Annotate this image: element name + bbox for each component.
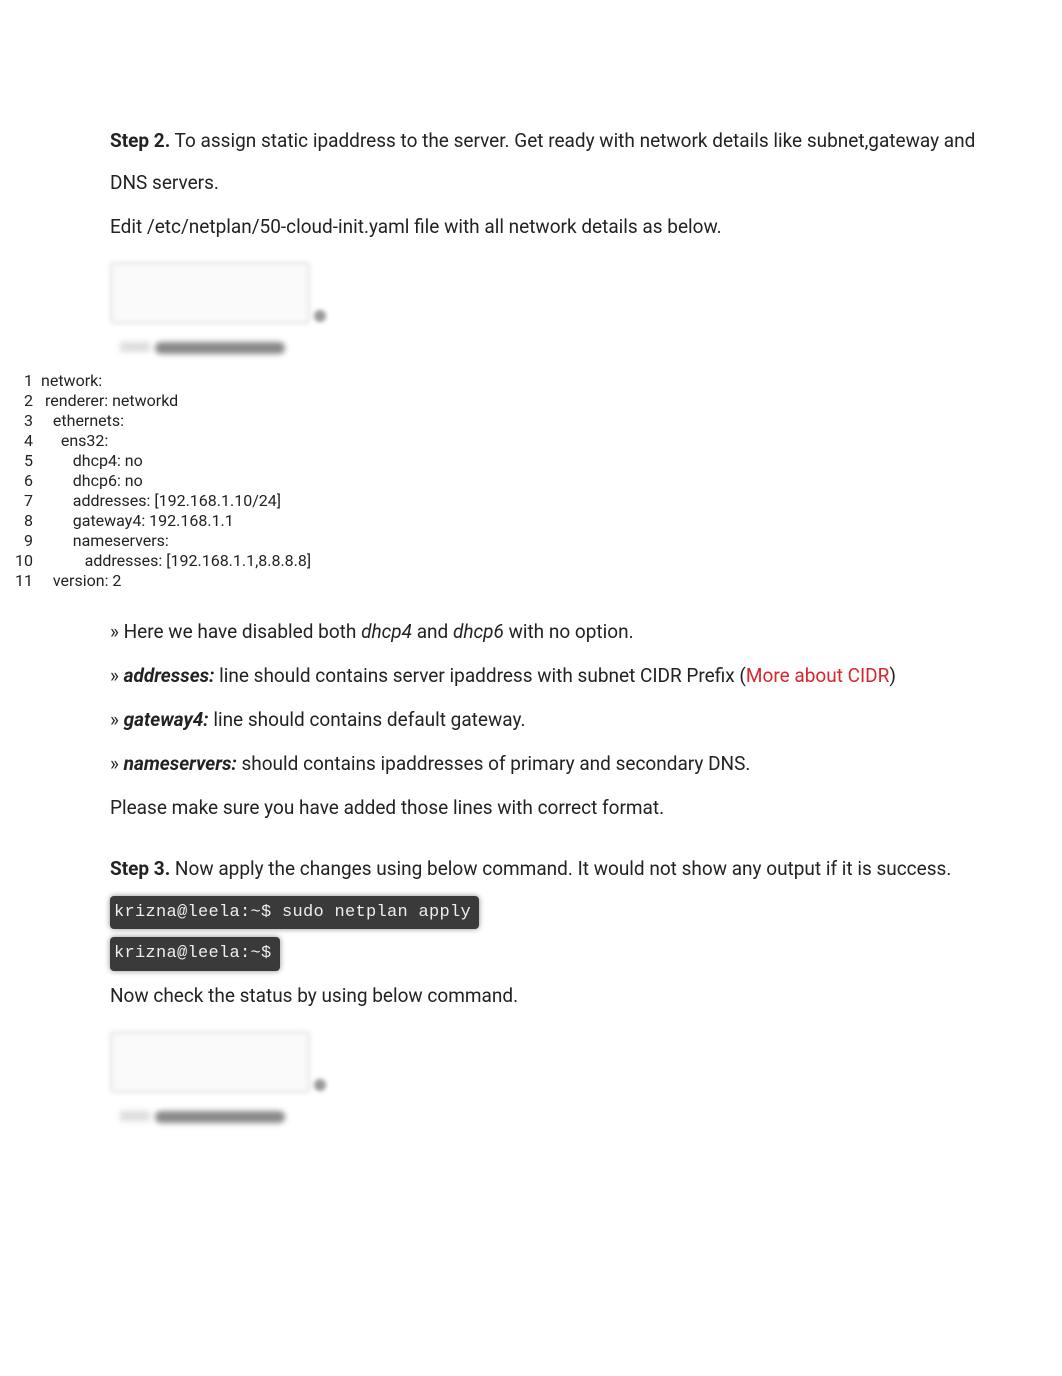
bullet2-pre: »: [110, 664, 124, 687]
bullet1-pre: » Here we have disabled both: [110, 620, 361, 643]
bullet5-note: Please make sure you have added those li…: [110, 787, 1002, 829]
bullet3-gateway4: gateway4:: [124, 708, 209, 731]
step3-followup: Now check the status by using below comm…: [110, 975, 1002, 1017]
code-line: 2 renderer: networkd: [5, 391, 1062, 411]
screenshot-placeholder-2: [110, 1031, 320, 1125]
bullet1-dhcp4: dhcp4: [361, 620, 412, 643]
step3-text1: Now apply the changes using below comman…: [170, 857, 951, 880]
bullet3-pre: »: [110, 708, 124, 731]
terminal-command-1: krizna@leela:~$ sudo netplan apply: [110, 896, 479, 929]
step3-label: Step 3.: [110, 857, 170, 880]
code-line: 9 nameservers:: [5, 531, 1062, 551]
code-line: 4 ens32:: [5, 431, 1062, 451]
bullet4-pre: »: [110, 752, 124, 775]
screenshot-placeholder-1: [110, 262, 320, 356]
cidr-link[interactable]: More about CIDR: [746, 664, 889, 687]
step2-text1: To assign static ipaddress to the server…: [110, 129, 975, 194]
bullet1-dhcp6: dhcp6: [453, 620, 504, 643]
step3-intro: Step 3. Now apply the changes using belo…: [110, 848, 1002, 890]
code-line: 10 addresses: [192.168.1.1,8.8.8.8]: [5, 551, 1062, 571]
code-line: 8 gateway4: 192.168.1.1: [5, 511, 1062, 531]
netplan-config-code: 1network: 2 renderer: networkd 3 etherne…: [5, 371, 1062, 591]
code-line: 7 addresses: [192.168.1.10/24]: [5, 491, 1062, 511]
code-line: 5 dhcp4: no: [5, 451, 1062, 471]
bullet2-post: line should contains server ipaddress wi…: [214, 664, 746, 687]
terminal-command-2: krizna@leela:~$: [110, 937, 280, 970]
bullet2-after: ): [889, 664, 896, 687]
code-line: 1network:: [5, 371, 1062, 391]
code-line: 3 ethernets:: [5, 411, 1062, 431]
code-line: 11 version: 2: [5, 571, 1062, 591]
bullet3-post: line should contains default gateway.: [209, 708, 526, 731]
explanation-block: » Here we have disabled both dhcp4 and d…: [110, 611, 1002, 828]
step2-label: Step 2.: [110, 129, 170, 152]
step2-intro: Step 2. To assign static ipaddress to th…: [110, 120, 1002, 247]
bullet1-post: with no option.: [504, 620, 634, 643]
code-line: 6 dhcp6: no: [5, 471, 1062, 491]
bullet4-post: should contains ipaddresses of primary a…: [237, 752, 751, 775]
step3-text2: Now check the status by using below comm…: [110, 975, 1002, 1017]
step2-text2: Edit /etc/netplan/50-cloud-init.yaml fil…: [110, 206, 1002, 248]
bullet4-nameservers: nameservers:: [124, 752, 237, 775]
bullet2-addresses: addresses:: [124, 664, 215, 687]
bullet1-mid: and: [412, 620, 453, 643]
